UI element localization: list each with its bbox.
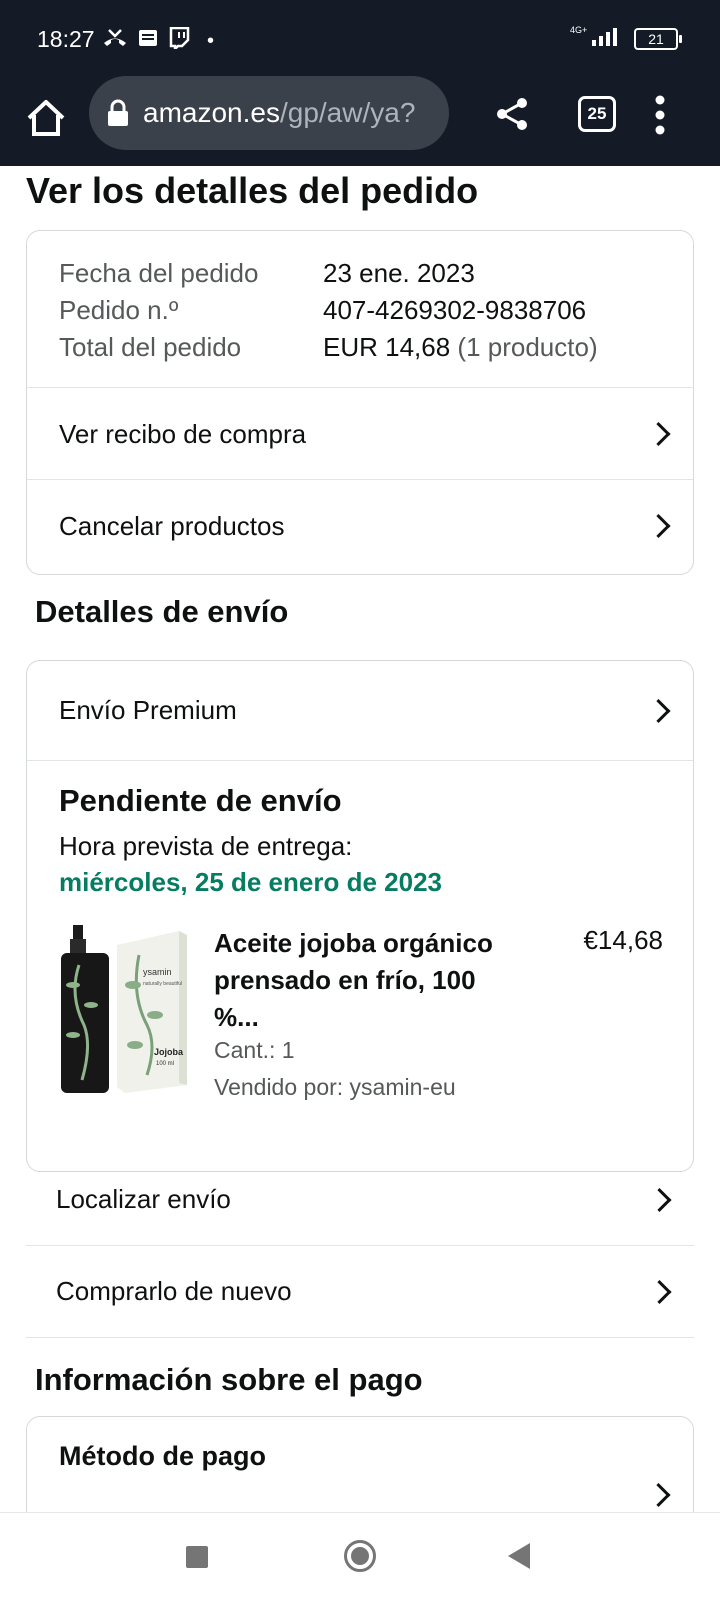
recent-apps-icon[interactable]	[186, 1546, 208, 1568]
order-total-amount: EUR 14,68	[323, 332, 451, 362]
product-seller: Vendido por: ysamin-eu	[214, 1074, 456, 1100]
chevron-right-icon	[646, 513, 671, 539]
system-icons: 4G+ 21	[570, 26, 682, 51]
product-price: €14,68	[583, 925, 663, 955]
payment-method-label: Método de pago	[59, 1441, 266, 1471]
status-time: 18:27	[37, 26, 95, 52]
message-icon	[139, 30, 157, 46]
delivery-estimate-date: miércoles, 25 de enero de 2023	[59, 867, 442, 897]
track-shipment-label: Localizar envío	[56, 1184, 231, 1214]
payment-card[interactable]: Método de pago	[26, 1416, 694, 1526]
box-name-text: Jojoba	[154, 1047, 184, 1057]
system-navigation-bar	[0, 1512, 720, 1601]
home-circle-icon[interactable]	[344, 1540, 376, 1572]
tab-switcher-button[interactable]: 25	[578, 96, 616, 132]
signal-icon: 4G+	[570, 26, 622, 51]
chevron-right-icon	[646, 698, 671, 723]
order-total-count: (1 producto)	[457, 332, 598, 362]
shipment-status: Pendiente de envío	[59, 783, 342, 818]
share-icon[interactable]	[494, 96, 530, 132]
view-receipt-link[interactable]: Ver recibo de compra	[27, 387, 693, 480]
cancel-products-label: Cancelar productos	[59, 510, 285, 541]
chevron-right-icon	[646, 421, 671, 447]
product-image[interactable]: ysamin naturally beautiful Jojoba 100 ml	[59, 925, 189, 1095]
track-shipment-link[interactable]: Localizar envío	[26, 1154, 694, 1246]
cancel-products-link[interactable]: Cancelar productos	[27, 479, 693, 572]
box-volume-text: 100 ml	[156, 1061, 174, 1067]
view-receipt-label: Ver recibo de compra	[59, 418, 307, 449]
shipping-heading: Detalles de envío	[35, 594, 289, 629]
box-tagline-text: naturally beautiful	[143, 981, 182, 987]
product-name-link[interactable]: Aceite jojoba orgánico prensado en frío,…	[214, 925, 524, 1036]
chevron-right-icon	[647, 1279, 672, 1304]
battery-icon: 21	[634, 27, 682, 50]
network-type: 4G+	[570, 25, 588, 35]
chevron-right-icon	[647, 1187, 672, 1212]
back-icon[interactable]	[508, 1543, 530, 1569]
page-title: Ver los detalles del pedido	[26, 170, 479, 211]
order-total-row: Total del pedido EUR 14,68 (1 producto)	[59, 329, 598, 366]
twitch-icon	[169, 27, 190, 49]
order-summary: Fecha del pedido 23 ene. 2023 Pedido n.º…	[59, 255, 598, 366]
buy-again-label: Comprarlo de nuevo	[56, 1276, 292, 1306]
order-number-row: Pedido n.º 407-4269302-9838706	[59, 292, 598, 329]
box-brand-text: ysamin	[143, 967, 172, 977]
more-vert-icon[interactable]	[654, 95, 666, 135]
shipping-card: Envío Premium Pendiente de envío Hora pr…	[26, 660, 694, 1172]
chevron-right-icon	[646, 1482, 671, 1508]
url-host: amazon.es	[143, 97, 280, 128]
url-path: /gp/aw/ya?	[279, 97, 416, 128]
status-bar: 18:27 • 4G+ 21	[0, 0, 720, 80]
address-bar[interactable]: amazon.es/gp/aw/ya?	[89, 76, 449, 150]
battery-level: 21	[648, 30, 664, 47]
payment-heading: Información sobre el pago	[35, 1362, 423, 1397]
order-date-label: Fecha del pedido	[59, 258, 259, 288]
tab-count: 25	[587, 104, 607, 123]
order-number-value: 407-4269302-9838706	[323, 295, 587, 325]
shipping-method-link[interactable]: Envío Premium	[27, 661, 693, 761]
order-number-label: Pedido n.º	[59, 295, 179, 325]
order-date-row: Fecha del pedido 23 ene. 2023	[59, 255, 598, 292]
order-total-value: EUR 14,68 (1 producto)	[323, 329, 598, 366]
notification-icons	[102, 27, 190, 49]
order-date-value: 23 ene. 2023	[323, 258, 475, 288]
home-icon[interactable]	[24, 96, 68, 140]
shipping-method-label: Envío Premium	[59, 695, 237, 725]
more-notifications-dot: •	[207, 30, 215, 52]
missed-call-icon	[104, 29, 126, 46]
delivery-estimate-label: Hora prevista de entrega:	[59, 831, 353, 861]
product-quantity: Cant.: 1	[214, 1037, 295, 1063]
lock-icon	[108, 99, 128, 126]
order-total-label: Total del pedido	[59, 332, 242, 362]
order-summary-card: Fecha del pedido 23 ene. 2023 Pedido n.º…	[26, 230, 694, 575]
buy-again-link[interactable]: Comprarlo de nuevo	[26, 1246, 694, 1338]
